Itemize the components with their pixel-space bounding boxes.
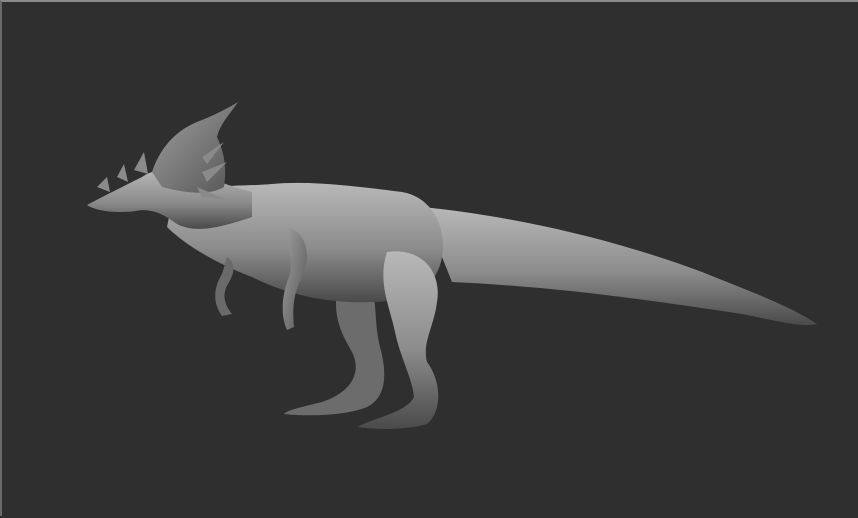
3d-viewport[interactable] <box>0 0 858 516</box>
far-arm <box>215 257 234 316</box>
head-crest <box>152 102 238 193</box>
far-leg <box>284 292 385 416</box>
dinosaur-model[interactable] <box>2 2 858 518</box>
tail <box>422 207 817 326</box>
